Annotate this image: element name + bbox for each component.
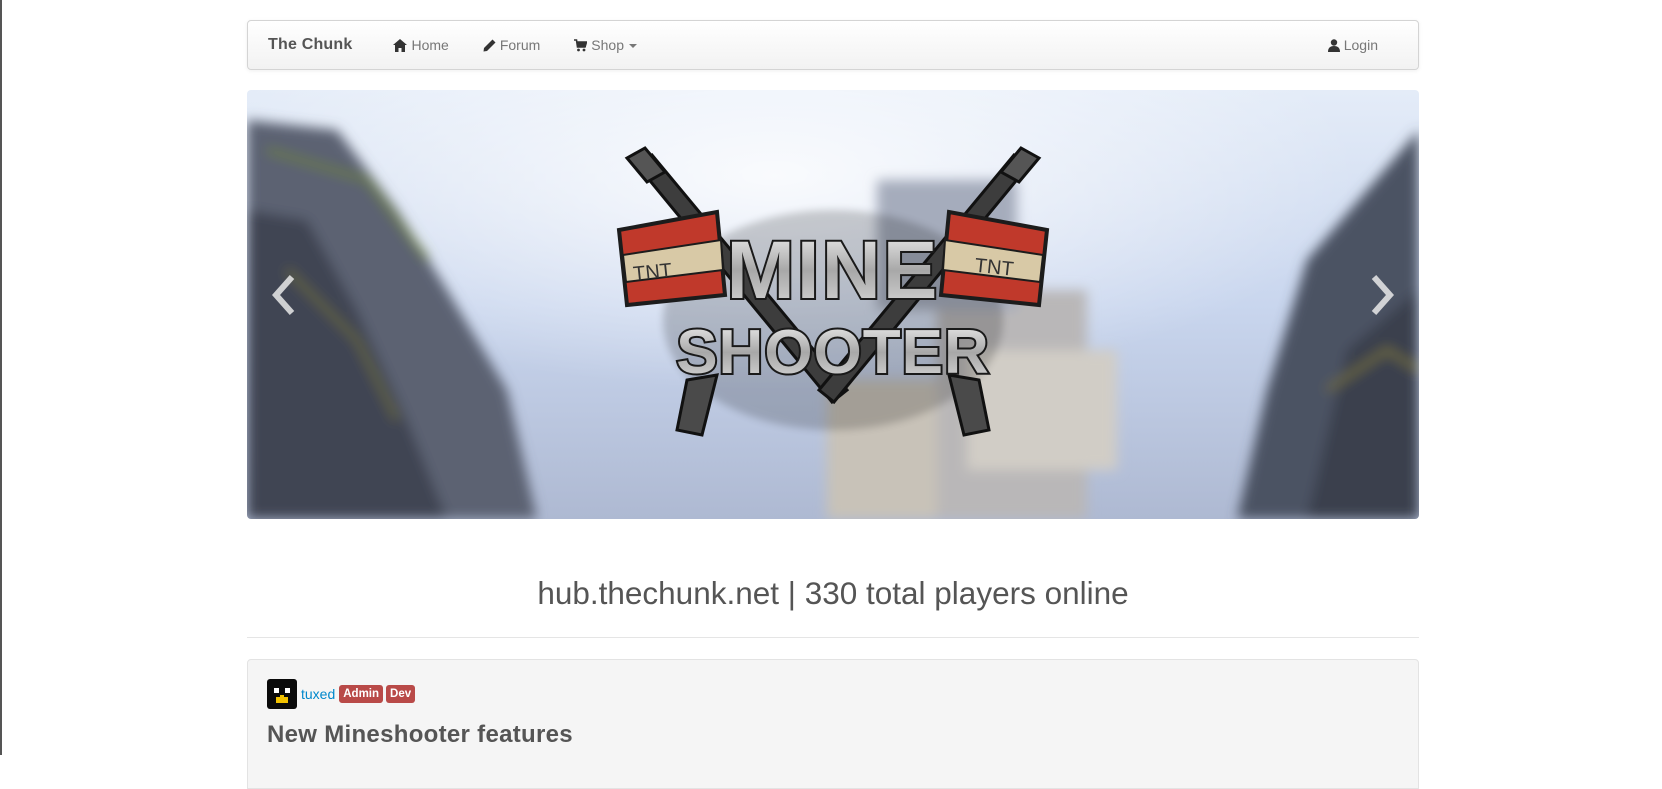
nav-login-label: Login [1343,37,1378,53]
nav-forum-label: Forum [499,37,541,53]
chevron-left-icon [272,275,295,315]
nav-home-label: Home [411,37,449,53]
chevron-down-icon [628,44,637,48]
nav-login[interactable]: Login [1311,21,1395,69]
news-post: tuxed Admin Dev New Mineshooter features [247,659,1419,789]
brand-link[interactable]: The Chunk [268,36,352,54]
page-container: The Chunk Home Forum Shop Login TNT TNT … [247,20,1419,789]
avatar [267,679,297,709]
nav-forum[interactable]: Forum [466,21,557,69]
server-status-heading: hub.thechunk.net | 330 total players onl… [537,575,1129,611]
tnt-left-label: TNT [632,260,673,286]
window-left-edge [0,0,2,755]
nav-shop-label: Shop [591,37,624,53]
home-icon [393,38,408,52]
divider [247,637,1419,638]
nav-home[interactable]: Home [376,21,465,69]
post-meta: tuxed Admin Dev [267,679,1399,709]
navbar: The Chunk Home Forum Shop Login [247,20,1419,70]
cart-icon [574,38,588,51]
badge-admin: Admin [339,685,384,703]
carousel-next-button[interactable] [1362,270,1402,320]
hero-carousel[interactable]: TNT TNT MINE SHOOTER [247,90,1419,519]
post-author-link[interactable]: tuxed [301,686,335,702]
post-title: New Mineshooter features [267,721,573,748]
nav-shop[interactable]: Shop [557,21,654,69]
badge-dev: Dev [386,685,416,703]
chevron-right-icon [1371,275,1394,315]
pencil-icon [483,39,496,51]
logo-line-1: MINE [727,225,940,316]
tnt-right-label: TNT [974,255,1015,281]
user-icon [1327,38,1340,52]
carousel-prev-button[interactable] [264,270,304,320]
logo-line-2: SHOOTER [676,318,990,387]
carousel-slide-image: TNT TNT MINE SHOOTER [247,90,1419,519]
